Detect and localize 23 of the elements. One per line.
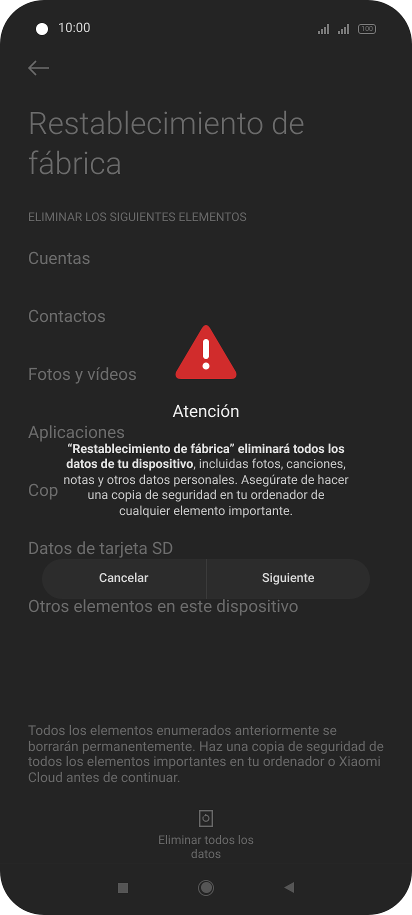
back-icon[interactable]: [284, 882, 294, 893]
erase-all-button[interactable]: Eliminar todos los datos: [151, 810, 261, 861]
reset-icon: [199, 810, 213, 827]
dialog-button[interactable]: Cancelar: [42, 559, 206, 599]
dialog-message: “Restablecimiento de fábrica” eliminará todos los datos de tu dispositivo, incluidas fotos, canciones, notas y otros datos personales. Asegúrate de hacer una copia de seguridad en tu ordenador de cualquier elemento importante.: [62, 442, 350, 519]
camera-hole-icon: [36, 23, 48, 35]
list-item[interactable]: Cuentas: [28, 250, 90, 268]
section-header: ELIMINAR LOS SIGUIENTES ELEMENTOS: [28, 209, 248, 226]
home-icon[interactable]: [198, 880, 214, 896]
status-time: 10:00: [58, 20, 90, 38]
back-arrow-icon[interactable]: [28, 60, 50, 76]
warning-icon: [174, 324, 238, 380]
list-item[interactable]: Contactos: [28, 308, 106, 326]
list-item[interactable]: Datos de tarjeta SD: [28, 540, 174, 558]
recents-icon[interactable]: [118, 882, 128, 892]
dialog-button[interactable]: Siguiente: [206, 559, 370, 599]
list-item[interactable]: Aplicaciones: [28, 424, 125, 442]
list-item[interactable]: Otros elementos en este dispositivo: [28, 598, 298, 616]
list-item[interactable]: Cop: [28, 482, 58, 500]
list-item[interactable]: Fotos y vídeos: [28, 366, 137, 384]
warning-note: Todos los elementos enumerados anteriormente se borrarán permanentemente. Haz una copia de seguridad de todos los elementos importantes en tu ordenador o Xiaomi Cloud antes de continuar.: [28, 724, 384, 786]
page-title: Restablecimiento de fábrica: [28, 104, 306, 184]
dialog-title: Atención: [172, 401, 240, 424]
